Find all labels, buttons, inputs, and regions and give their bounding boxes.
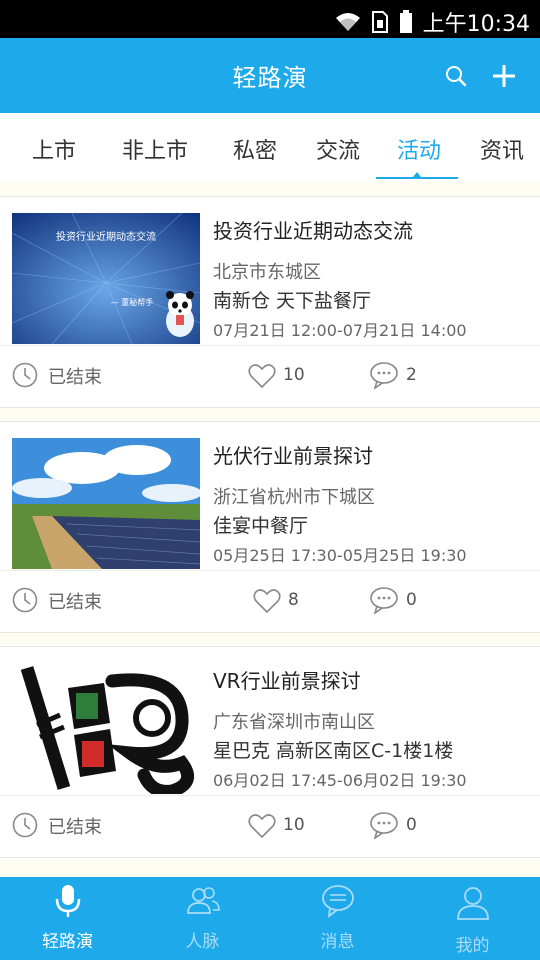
profile-icon (456, 887, 489, 920)
nav-profile[interactable]: 我的 (405, 877, 540, 960)
comment-count: 0 (406, 815, 417, 835)
sim-card-icon (371, 11, 388, 33)
message-icon (321, 885, 354, 918)
nav-label: 我的 (455, 936, 490, 956)
event-location-region: 浙江省杭州市下城区 (213, 487, 375, 508)
wifi-icon (335, 13, 360, 31)
microphone-icon (55, 885, 80, 917)
like-icon[interactable] (248, 363, 276, 389)
tab-activities[interactable]: 活动 (397, 133, 441, 165)
nav-label: 人脉 (185, 932, 220, 952)
search-icon[interactable] (445, 65, 467, 87)
event-location-venue: 星巴克 高新区南区C-1楼1楼 (213, 740, 454, 762)
event-status: 已结束 (48, 817, 102, 838)
tab-news[interactable]: 资讯 (480, 133, 524, 165)
event-title: 投资行业近期动态交流 (213, 219, 413, 243)
event-card[interactable]: VR行业前景探讨 广东省深圳市南山区 星巴克 高新区南区C-1楼1楼 06月02… (0, 646, 540, 858)
comment-icon[interactable] (369, 361, 399, 389)
event-status: 已结束 (48, 367, 102, 388)
active-tab-indicator (376, 177, 458, 179)
app-header: 轻路演 (0, 38, 540, 113)
comment-icon[interactable] (369, 586, 399, 614)
active-tab-caret (413, 172, 421, 177)
thumbnail-caption: 投资行业近期动态交流 (56, 230, 156, 243)
nav-roadshow[interactable]: 轻路演 (0, 877, 135, 960)
event-status: 已结束 (48, 592, 102, 613)
add-icon[interactable] (491, 63, 517, 89)
event-thumbnail (12, 438, 200, 569)
nav-label: 消息 (320, 932, 355, 952)
comment-count: 0 (406, 590, 417, 610)
event-footer: 已结束 10 0 (0, 796, 540, 856)
tab-unlisted[interactable]: 非上市 (122, 133, 188, 165)
like-count: 8 (288, 590, 299, 610)
tab-private[interactable]: 私密 (233, 133, 277, 165)
category-tabs: 上市 非上市 私密 交流 活动 资讯 (0, 113, 540, 182)
status-indicators: 上午10:34 (335, 6, 530, 38)
thumbnail-signature: — 董秘帮手 (111, 297, 154, 307)
tab-listed[interactable]: 上市 (32, 133, 76, 165)
event-thumbnail (12, 663, 200, 794)
event-time: 06月02日 17:45-06月02日 19:30 (213, 771, 467, 790)
event-location-venue: 佳宴中餐厅 (213, 515, 309, 537)
status-time: 上午10:34 (422, 12, 530, 37)
nav-messages[interactable]: 消息 (270, 877, 405, 960)
event-title: VR行业前景探讨 (213, 669, 361, 693)
event-card[interactable]: 光伏行业前景探讨 浙江省杭州市下城区 佳宴中餐厅 05月25日 17:30-05… (0, 421, 540, 633)
nav-label: 轻路演 (42, 932, 93, 952)
event-thumbnail: 投资行业近期动态交流 — 董秘帮手 (12, 213, 200, 344)
battery-icon (399, 10, 412, 33)
panda-mascot-icon (166, 291, 194, 337)
like-icon[interactable] (253, 588, 281, 614)
event-card[interactable]: 投资行业近期动态交流 — 董秘帮手 投资行业近期动态交流 北京市东城区 南新仓 … (0, 196, 540, 408)
clock-icon (12, 362, 38, 388)
event-footer: 已结束 10 2 (0, 346, 540, 406)
nav-contacts[interactable]: 人脉 (135, 877, 270, 960)
like-icon[interactable] (248, 813, 276, 839)
event-title: 光伏行业前景探讨 (213, 444, 373, 468)
bottom-navigation: 轻路演 人脉 消息 我的 (0, 877, 540, 960)
event-list[interactable]: 投资行业近期动态交流 — 董秘帮手 投资行业近期动态交流 北京市东城区 南新仓 … (0, 181, 540, 877)
event-location-venue: 南新仓 天下盐餐厅 (213, 290, 372, 312)
status-bar: 上午10:34 (0, 0, 540, 38)
comment-icon[interactable] (369, 811, 399, 839)
event-time: 05月25日 17:30-05月25日 19:30 (213, 546, 467, 565)
comment-count: 2 (406, 365, 417, 385)
event-footer: 已结束 8 0 (0, 571, 540, 631)
like-count: 10 (283, 365, 305, 385)
clock-icon (12, 587, 38, 613)
like-count: 10 (283, 815, 305, 835)
event-time: 07月21日 12:00-07月21日 14:00 (213, 321, 467, 340)
tab-exchange[interactable]: 交流 (316, 133, 360, 165)
vr-logo-icon (12, 663, 200, 794)
clock-icon (12, 812, 38, 838)
event-location-region: 广东省深圳市南山区 (213, 712, 375, 733)
event-location-region: 北京市东城区 (213, 262, 321, 283)
contacts-icon (186, 887, 220, 914)
